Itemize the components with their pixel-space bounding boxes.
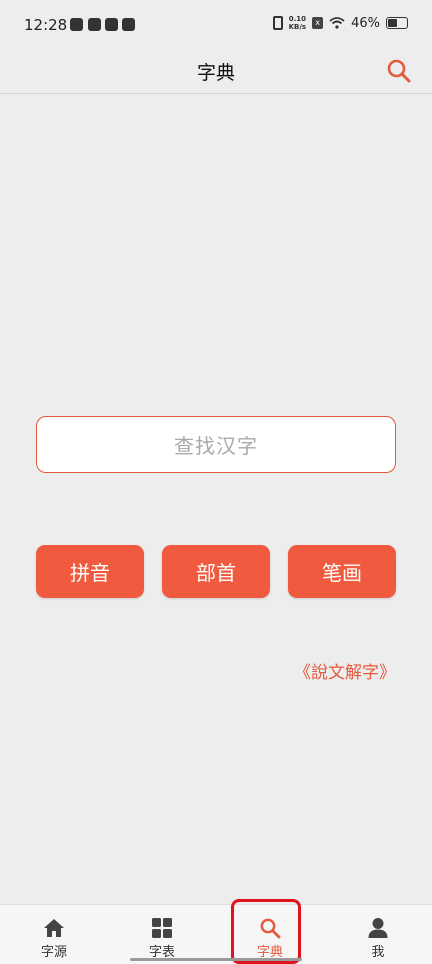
battery-percent: 46% (351, 15, 380, 31)
status-time: 12:28 (24, 16, 68, 34)
home-icon (44, 919, 64, 937)
network-speed-unit: KB/s (288, 23, 307, 31)
stroke-button[interactable]: 笔画 (288, 545, 396, 598)
header: 字典 (0, 52, 432, 94)
search-placeholder: 查找汉字 (174, 434, 258, 458)
active-tab-highlight (231, 899, 301, 964)
nav-item-wo[interactable]: 我 (324, 905, 432, 964)
shuowen-link[interactable]: 《說文解字》 (294, 658, 396, 683)
status-bar: 12:28 0.10 KB/s x 46% (0, 0, 432, 52)
network-speed-value: 0.10 (288, 15, 306, 23)
pinyin-button[interactable]: 拼音 (36, 545, 144, 598)
search-icon[interactable] (386, 58, 412, 84)
page-title: 字典 (196, 62, 235, 84)
tiktok-notification-icon (105, 18, 118, 31)
app-notification-icon (122, 18, 135, 31)
grid-icon (152, 918, 172, 938)
user-icon (368, 918, 388, 938)
network-speed: 0.10 KB/s (289, 15, 306, 31)
app-notification-icon (70, 18, 83, 31)
nav-label: 字源 (40, 945, 67, 960)
wifi-icon (329, 17, 345, 29)
bottom-nav: 字源 字表 字典 我 (0, 904, 432, 964)
radical-button[interactable]: 部首 (162, 545, 270, 598)
status-right-group: 0.10 KB/s x 46% (272, 15, 408, 31)
no-sim-icon: x (312, 17, 324, 29)
nav-item-zibiao[interactable]: 字表 (108, 905, 216, 964)
nav-item-ziyuan[interactable]: 字源 (0, 905, 108, 964)
vibrate-icon (272, 16, 283, 30)
home-indicator[interactable] (130, 958, 302, 961)
nav-label: 我 (371, 945, 385, 960)
search-input[interactable]: 查找汉字 (36, 416, 396, 473)
battery-icon (386, 17, 408, 29)
mail-notification-icon (88, 18, 101, 31)
battery-level (388, 19, 398, 27)
